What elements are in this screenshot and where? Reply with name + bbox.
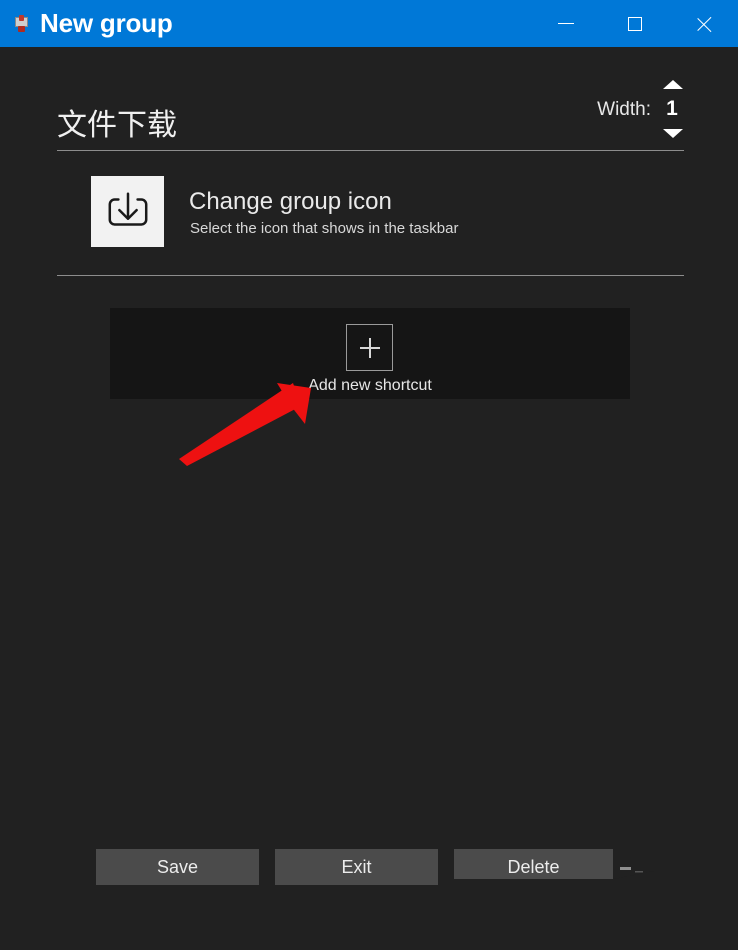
- spinner-down-icon[interactable]: [663, 129, 683, 138]
- delete-button[interactable]: Delete: [454, 849, 613, 885]
- minimize-button[interactable]: [531, 0, 600, 47]
- plus-icon[interactable]: [346, 324, 393, 371]
- width-stepper[interactable]: 1: [654, 75, 690, 143]
- divider-bottom: [57, 275, 684, 276]
- save-button[interactable]: Save: [96, 849, 259, 885]
- close-button[interactable]: [669, 0, 738, 47]
- spinner-up-icon[interactable]: [663, 80, 683, 89]
- group-icon-preview[interactable]: [91, 176, 164, 247]
- new-group-window: New group 文件下载 Width: 1 Change group ico…: [0, 0, 738, 950]
- download-icon: [108, 192, 147, 226]
- app-icon: [12, 14, 31, 33]
- divider-top: [57, 150, 684, 151]
- exit-button[interactable]: Exit: [275, 849, 438, 885]
- maximize-icon: [627, 16, 642, 31]
- change-group-icon-title: Change group icon: [189, 188, 392, 215]
- width-value[interactable]: 1: [654, 97, 690, 121]
- title-bar: New group: [0, 0, 738, 47]
- minimize-icon: [557, 23, 574, 24]
- window-controls: [531, 0, 738, 47]
- width-label: Width:: [597, 99, 651, 120]
- add-new-shortcut-label: Add new shortcut: [308, 377, 432, 394]
- close-icon: [696, 16, 712, 32]
- change-group-icon-subtitle: Select the icon that shows in the taskba…: [190, 220, 459, 237]
- window-title: New group: [40, 8, 173, 38]
- maximize-button[interactable]: [600, 0, 669, 47]
- add-new-shortcut-panel[interactable]: Add new shortcut: [110, 308, 630, 399]
- group-title: 文件下载: [57, 109, 177, 142]
